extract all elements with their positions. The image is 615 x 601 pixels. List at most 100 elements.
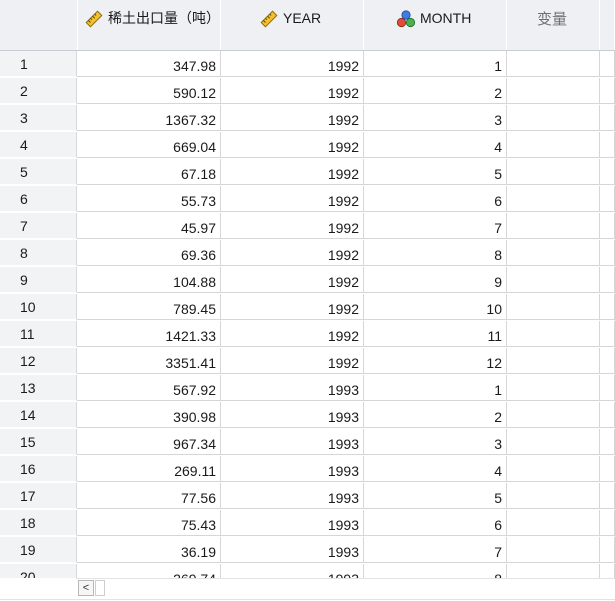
cell-month[interactable]: 2 bbox=[364, 402, 507, 428]
cell-rare-earth-export[interactable]: 77.56 bbox=[77, 483, 221, 509]
cell-empty[interactable] bbox=[600, 159, 615, 185]
cell-month[interactable]: 6 bbox=[364, 186, 507, 212]
row-number[interactable]: 12 bbox=[0, 348, 77, 374]
cell-empty[interactable] bbox=[507, 78, 600, 104]
scroll-left-arrow-icon[interactable]: < bbox=[78, 580, 94, 596]
cell-year[interactable]: 1992 bbox=[221, 132, 364, 158]
row-number[interactable]: 16 bbox=[0, 456, 77, 482]
column-header-empty-variable[interactable]: 变量 bbox=[507, 0, 600, 50]
cell-empty[interactable] bbox=[600, 78, 615, 104]
cell-empty[interactable] bbox=[507, 375, 600, 401]
cell-rare-earth-export[interactable]: 45.97 bbox=[77, 213, 221, 239]
cell-month[interactable]: 7 bbox=[364, 213, 507, 239]
cell-rare-earth-export[interactable]: 75.43 bbox=[77, 510, 221, 536]
cell-rare-earth-export[interactable]: 67.18 bbox=[77, 159, 221, 185]
row-number[interactable]: 14 bbox=[0, 402, 77, 428]
cell-rare-earth-export[interactable]: 104.88 bbox=[77, 267, 221, 293]
cell-rare-earth-export[interactable]: 69.36 bbox=[77, 240, 221, 266]
cell-empty[interactable] bbox=[507, 294, 600, 320]
cell-rare-earth-export[interactable]: 3351.41 bbox=[77, 348, 221, 374]
cell-empty[interactable] bbox=[507, 402, 600, 428]
cell-empty[interactable] bbox=[600, 564, 615, 578]
cell-empty[interactable] bbox=[600, 213, 615, 239]
cell-empty[interactable] bbox=[507, 429, 600, 455]
cell-year[interactable]: 1992 bbox=[221, 159, 364, 185]
cell-year[interactable]: 1993 bbox=[221, 537, 364, 563]
row-number[interactable]: 13 bbox=[0, 375, 77, 401]
cell-empty[interactable] bbox=[507, 267, 600, 293]
cell-empty[interactable] bbox=[507, 51, 600, 77]
cell-month[interactable]: 4 bbox=[364, 132, 507, 158]
cell-month[interactable]: 8 bbox=[364, 240, 507, 266]
cell-rare-earth-export[interactable]: 789.45 bbox=[77, 294, 221, 320]
cell-year[interactable]: 1993 bbox=[221, 402, 364, 428]
cell-empty[interactable] bbox=[507, 456, 600, 482]
cell-empty[interactable] bbox=[600, 51, 615, 77]
cell-empty[interactable] bbox=[600, 348, 615, 374]
corner-cell[interactable] bbox=[0, 0, 78, 50]
cell-month[interactable]: 3 bbox=[364, 105, 507, 131]
cell-empty[interactable] bbox=[600, 483, 615, 509]
cell-empty[interactable] bbox=[507, 321, 600, 347]
cell-empty[interactable] bbox=[507, 483, 600, 509]
cell-empty[interactable] bbox=[600, 429, 615, 455]
cell-rare-earth-export[interactable]: 55.73 bbox=[77, 186, 221, 212]
cell-rare-earth-export[interactable]: 567.92 bbox=[77, 375, 221, 401]
cell-empty[interactable] bbox=[600, 402, 615, 428]
cell-rare-earth-export[interactable]: 269.74 bbox=[77, 564, 221, 578]
cell-month[interactable]: 11 bbox=[364, 321, 507, 347]
cell-empty[interactable] bbox=[507, 510, 600, 536]
cell-month[interactable]: 10 bbox=[364, 294, 507, 320]
cell-rare-earth-export[interactable]: 590.12 bbox=[77, 78, 221, 104]
row-number[interactable]: 9 bbox=[0, 267, 77, 293]
cell-rare-earth-export[interactable]: 347.98 bbox=[77, 51, 221, 77]
cell-month[interactable]: 12 bbox=[364, 348, 507, 374]
cell-empty[interactable] bbox=[507, 105, 600, 131]
row-number[interactable]: 5 bbox=[0, 159, 77, 185]
cell-year[interactable]: 1992 bbox=[221, 321, 364, 347]
cell-month[interactable]: 1 bbox=[364, 51, 507, 77]
row-number[interactable]: 10 bbox=[0, 294, 77, 320]
cell-empty[interactable] bbox=[507, 564, 600, 578]
row-number[interactable]: 15 bbox=[0, 429, 77, 455]
cell-rare-earth-export[interactable]: 36.19 bbox=[77, 537, 221, 563]
row-number[interactable]: 18 bbox=[0, 510, 77, 536]
cell-rare-earth-export[interactable]: 1367.32 bbox=[77, 105, 221, 131]
column-header-rare-earth-export[interactable]: 稀土出口量（吨） bbox=[78, 0, 221, 50]
scrollbar-track[interactable] bbox=[76, 578, 615, 601]
column-header-year[interactable]: YEAR bbox=[221, 0, 364, 50]
column-header-month[interactable]: MONTH bbox=[364, 0, 507, 50]
cell-month[interactable]: 8 bbox=[364, 564, 507, 578]
cell-year[interactable]: 1992 bbox=[221, 348, 364, 374]
cell-empty[interactable] bbox=[600, 456, 615, 482]
cell-year[interactable]: 1992 bbox=[221, 78, 364, 104]
row-number[interactable]: 20 bbox=[0, 564, 77, 578]
cell-year[interactable]: 1993 bbox=[221, 510, 364, 536]
row-number[interactable]: 8 bbox=[0, 240, 77, 266]
cell-empty[interactable] bbox=[600, 321, 615, 347]
cell-year[interactable]: 1993 bbox=[221, 483, 364, 509]
cell-empty[interactable] bbox=[600, 105, 615, 131]
cell-month[interactable]: 3 bbox=[364, 429, 507, 455]
cell-empty[interactable] bbox=[507, 186, 600, 212]
cell-month[interactable]: 5 bbox=[364, 159, 507, 185]
cell-year[interactable]: 1992 bbox=[221, 105, 364, 131]
row-number[interactable]: 7 bbox=[0, 213, 77, 239]
row-number[interactable]: 2 bbox=[0, 78, 77, 104]
cell-year[interactable]: 1993 bbox=[221, 456, 364, 482]
cell-year[interactable]: 1992 bbox=[221, 267, 364, 293]
cell-empty[interactable] bbox=[600, 375, 615, 401]
cell-empty[interactable] bbox=[600, 294, 615, 320]
cell-empty[interactable] bbox=[507, 537, 600, 563]
cell-year[interactable]: 1992 bbox=[221, 51, 364, 77]
cell-year[interactable]: 1992 bbox=[221, 186, 364, 212]
cell-empty[interactable] bbox=[507, 132, 600, 158]
cell-year[interactable]: 1993 bbox=[221, 375, 364, 401]
row-number[interactable]: 1 bbox=[0, 51, 77, 77]
cell-rare-earth-export[interactable]: 967.34 bbox=[77, 429, 221, 455]
row-number[interactable]: 11 bbox=[0, 321, 77, 347]
row-number[interactable]: 6 bbox=[0, 186, 77, 212]
cell-empty[interactable] bbox=[600, 537, 615, 563]
cell-empty[interactable] bbox=[600, 132, 615, 158]
cell-year[interactable]: 1992 bbox=[221, 294, 364, 320]
